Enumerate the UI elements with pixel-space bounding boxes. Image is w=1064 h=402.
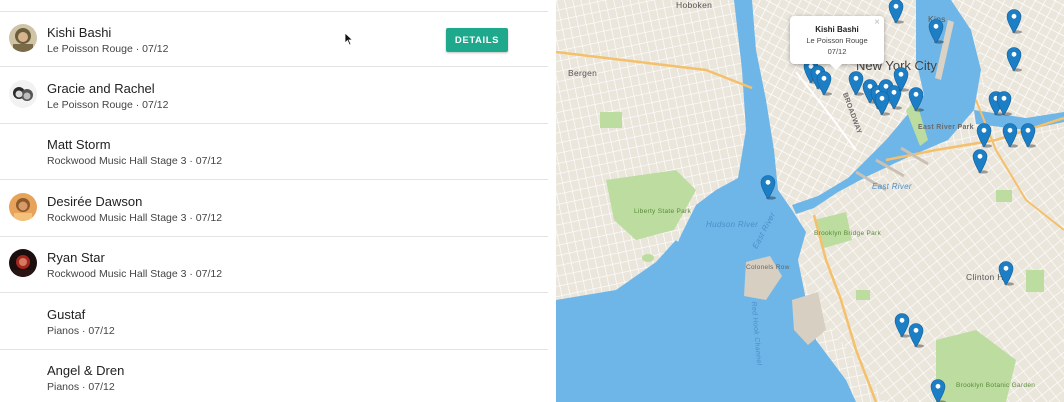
map-label-bergen: Bergen [568, 68, 598, 78]
details-button[interactable]: DETAILS [446, 28, 508, 52]
map-label-hoboken: Hoboken [676, 0, 713, 10]
event-row[interactable]: Gustaf Pianos · 07/12 [0, 293, 548, 350]
panel-divider [548, 0, 556, 402]
event-title: Desirée Dawson [47, 193, 143, 209]
map-pin-icon[interactable] [1006, 46, 1022, 72]
map-label-hudson-river: Hudson River [706, 220, 759, 229]
map-label-east-river-park: East River Park [918, 124, 974, 131]
artist-avatar [9, 192, 37, 221]
map-popup: × Kishi Bashi Le Poisson Rouge 07/12 [790, 16, 884, 70]
map-pin-icon[interactable] [928, 18, 944, 44]
map-pin-icon[interactable] [976, 122, 992, 148]
map-pin-icon[interactable] [816, 70, 832, 96]
event-row[interactable]: Angel & Dren Pianos · 07/12 [0, 350, 548, 402]
event-row[interactable]: Matt Storm Rockwood Music Hall Stage 3 · … [0, 124, 548, 180]
map-pin-icon[interactable] [1006, 8, 1022, 34]
map-label-colonels-row: Colonels Row [746, 264, 790, 271]
event-venue-date: Rockwood Music Hall Stage 3 · 07/12 [47, 268, 223, 280]
map-pin-icon[interactable] [972, 148, 988, 174]
popup-date: 07/12 [827, 47, 847, 56]
map-pin-icon[interactable] [908, 86, 924, 112]
event-title: Gracie and Rachel [47, 80, 155, 96]
event-title: Angel & Dren [47, 363, 125, 378]
event-venue-date: Rockwood Music Hall Stage 3 · 07/12 [47, 155, 223, 167]
map-label-east-river: East River [872, 182, 912, 191]
artist-avatar [9, 249, 37, 277]
popup-title: Kishi Bashi [815, 25, 859, 34]
event-list: Kishi Bashi Le Poisson Rouge · 07/12 DETAI… [0, 0, 548, 402]
map-pin-icon[interactable] [998, 260, 1014, 286]
event-row[interactable]: Kishi Bashi Le Poisson Rouge · 07/12 DETAI… [0, 11, 548, 67]
event-row[interactable]: Ryan Star Rockwood Music Hall Stage 3 · 0… [0, 237, 548, 293]
event-venue-date: Pianos · 07/12 [47, 381, 115, 393]
mouse-cursor-icon [344, 32, 354, 46]
map-label-brooklyn-botanic-garden: Brooklyn Botanic Garden [956, 382, 1036, 389]
event-title: Gustaf [47, 306, 86, 322]
map-pin-icon[interactable] [874, 90, 890, 116]
event-venue-date: Le Poisson Rouge · 07/12 [47, 98, 169, 111]
popup-venue: Le Poisson Rouge [806, 36, 868, 45]
map-pin-icon[interactable] [1020, 122, 1036, 148]
map-label-liberty-state-park: Liberty State Park [634, 208, 692, 215]
map-pin-icon[interactable] [893, 66, 909, 92]
close-icon[interactable]: × [874, 17, 880, 28]
map-pin-icon[interactable] [996, 90, 1012, 116]
map-pin-icon[interactable] [930, 378, 946, 402]
artist-avatar [9, 79, 37, 108]
event-title: Ryan Star [47, 250, 105, 265]
event-row[interactable]: Gracie and Rachel Le Poisson Rouge · 07/1… [0, 67, 548, 124]
event-row[interactable]: Desirée Dawson Rockwood Music Hall Stage … [0, 180, 548, 237]
map-pin-icon[interactable] [888, 0, 904, 24]
map-pin-icon[interactable] [760, 174, 776, 200]
event-venue-date: Rockwood Music Hall Stage 3 · 07/12 [47, 211, 223, 224]
map-label-brooklyn-bridge-park: Brooklyn Bridge Park [814, 230, 882, 237]
map-pin-icon[interactable] [1002, 122, 1018, 148]
event-title: Kishi Bashi [47, 25, 112, 40]
event-venue-date: Pianos · 07/12 [47, 324, 115, 337]
event-title: Matt Storm [47, 137, 111, 152]
artist-avatar [9, 24, 37, 52]
event-venue-date: Le Poisson Rouge · 07/12 [47, 43, 169, 55]
map-pin-icon[interactable] [908, 322, 924, 348]
map[interactable]: New York City Hoboken Bergen Liberty Sta… [556, 0, 1064, 402]
